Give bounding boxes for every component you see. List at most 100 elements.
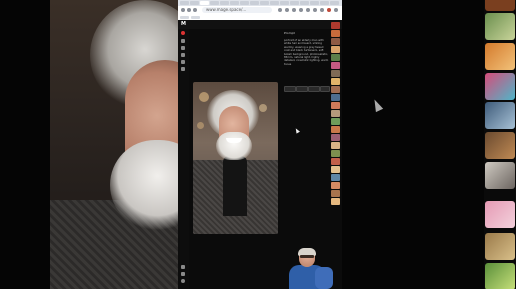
history-thumbnail[interactable] [331,70,340,77]
profile-avatar[interactable] [327,8,331,12]
history-thumbnail[interactable] [331,158,340,165]
bookmark-item[interactable] [191,16,200,19]
browser-tab[interactable] [320,1,329,5]
browser-tab[interactable] [250,1,259,5]
home-icon[interactable] [181,39,185,43]
prompt-actions [284,86,330,92]
browser-window: www.mage.space/... M Prompt portrait of … [178,0,342,289]
right-thumbnail-column [484,0,516,289]
bokeh-light [199,92,209,102]
extension-icon[interactable] [320,8,324,12]
portrait-smile [226,138,242,143]
portrait-beard [216,132,252,160]
webcam-overlay [287,245,339,289]
history-thumbnail[interactable] [331,142,340,149]
url-text: www.mage.space/... [206,7,247,12]
share-button[interactable] [320,86,330,92]
history-thumbnail[interactable] [331,126,340,133]
extension-icon[interactable] [278,8,282,12]
browser-tab[interactable] [260,1,269,5]
history-thumbnail[interactable] [331,62,340,69]
gallery-thumbnail[interactable] [485,0,515,11]
mouse-cursor [294,127,300,134]
browser-tab[interactable] [230,1,239,5]
browser-tab[interactable] [280,1,289,5]
history-thumbnail[interactable] [331,54,340,61]
history-thumbnail-strip [331,22,341,212]
gallery-thumbnail[interactable] [485,263,515,289]
browser-tab[interactable] [180,1,189,5]
prompt-text[interactable]: portrait of an elderly man with white ha… [284,39,329,66]
history-thumbnail[interactable] [331,174,340,181]
browser-tab[interactable] [220,1,229,5]
browser-tab[interactable] [190,1,199,5]
browser-tab-active[interactable] [200,1,209,5]
history-thumbnail[interactable] [331,86,340,93]
remix-button[interactable] [296,86,308,92]
background-portrait [50,0,178,289]
history-thumbnail[interactable] [331,38,340,45]
extension-icon[interactable] [313,8,317,12]
gallery-thumbnail[interactable] [485,233,515,260]
app-logo[interactable]: M [181,20,186,29]
gallery-thumbnail[interactable] [485,13,515,40]
bookmark-item[interactable] [180,16,189,19]
portrait-turtleneck [223,156,247,216]
create-icon[interactable] [181,53,185,57]
history-thumbnail[interactable] [331,150,340,157]
browser-tab[interactable] [300,1,309,5]
gallery-thumbnail[interactable] [485,201,515,228]
history-thumbnail[interactable] [331,190,340,197]
history-thumbnail[interactable] [331,94,340,101]
history-thumbnail[interactable] [331,22,340,29]
browser-tab[interactable] [330,1,339,5]
browser-tab[interactable] [270,1,279,5]
history-thumbnail[interactable] [331,134,340,141]
explore-icon[interactable] [181,46,185,50]
extension-icon[interactable] [285,8,289,12]
settings-icon[interactable] [181,67,185,71]
history-thumbnail[interactable] [331,198,340,205]
history-thumbnail[interactable] [331,46,340,53]
browser-tab[interactable] [240,1,249,5]
history-thumbnail[interactable] [331,118,340,125]
history-thumbnail[interactable] [331,110,340,117]
prompt-title: Prompt [284,31,295,35]
history-thumbnail[interactable] [331,30,340,37]
copy-button[interactable] [284,86,296,92]
browser-tab[interactable] [210,1,219,5]
history-thumbnail[interactable] [331,78,340,85]
webcam-shirt [315,267,333,289]
reload-icon[interactable] [193,8,197,12]
webcam-glasses [300,255,314,258]
bokeh-light [197,122,204,129]
forward-icon[interactable] [187,8,191,12]
account-icon[interactable] [181,279,185,283]
extension-icon[interactable] [292,8,296,12]
gallery-thumbnail[interactable] [485,43,515,70]
url-bar[interactable]: www.mage.space/... [202,7,272,13]
browser-tab[interactable] [290,1,299,5]
browser-tab[interactable] [310,1,319,5]
gallery-thumbnail[interactable] [485,73,515,100]
history-thumbnail[interactable] [331,102,340,109]
gallery-icon[interactable] [181,60,185,64]
gallery-thumbnail[interactable] [485,102,515,129]
edit-button[interactable] [308,86,320,92]
app-header: M [178,20,342,29]
history-thumbnail[interactable] [331,166,340,173]
mouse-cursor-large [370,97,384,113]
menu-icon[interactable] [334,8,338,12]
history-thumbnail[interactable] [331,182,340,189]
record-icon[interactable] [181,31,185,35]
extension-icon[interactable] [299,8,303,12]
extension-icon[interactable] [306,8,310,12]
bokeh-light [259,104,267,112]
gallery-thumbnail[interactable] [485,162,515,189]
back-icon[interactable] [181,8,185,12]
gallery-thumbnail[interactable] [485,132,515,159]
left-rail [178,29,189,289]
theme-icon[interactable] [181,272,185,276]
generated-image-preview[interactable] [193,82,278,234]
help-icon[interactable] [181,265,185,269]
